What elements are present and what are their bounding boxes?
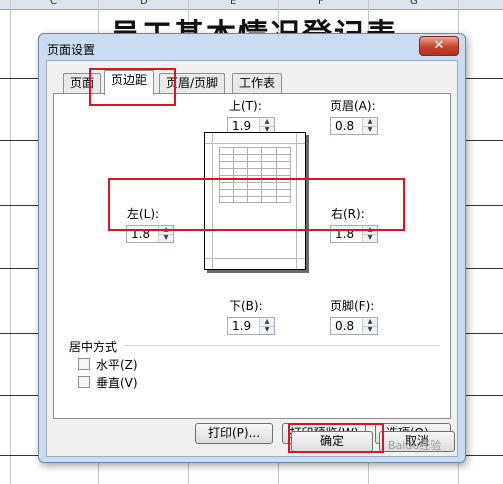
grid-line (10, 0, 11, 484)
preview-margin-guide (205, 258, 305, 259)
group-divider (124, 345, 440, 346)
spin-down-icon[interactable]: ▼ (363, 126, 377, 134)
print-button[interactable]: 打印(P)... (195, 423, 273, 444)
page-setup-dialog: 页面设置 ✕ 页面 页边距 页眉/页脚 工作表 上(T): 1.9 ▲ ▼ 页眉(… (38, 33, 466, 463)
column-header-bar: C D E F G (0, 0, 503, 10)
spinner-arrows[interactable]: ▲ ▼ (158, 226, 173, 242)
spinner-arrows[interactable]: ▲ ▼ (362, 226, 377, 242)
dialog-title: 页面设置 (47, 43, 96, 57)
tab-margins[interactable]: 页边距 (104, 70, 155, 95)
center-horizontally-checkbox[interactable] (78, 358, 90, 370)
tab-header-footer[interactable]: 页眉/页脚 (159, 73, 226, 94)
column-header-e[interactable]: E (230, 0, 236, 7)
tab-page[interactable]: 页面 (63, 73, 102, 94)
tab-sheet[interactable]: 工作表 (232, 73, 283, 94)
spin-down-icon[interactable]: ▼ (363, 326, 377, 334)
dialog-client: 页面 页边距 页眉/页脚 工作表 上(T): 1.9 ▲ ▼ 页眉(A): 0.8… (46, 60, 458, 457)
footer-margin-label: 页脚(F): (330, 299, 375, 313)
preview-margin-guide (296, 133, 297, 269)
column-header-c[interactable]: C (50, 0, 57, 7)
preview-margin-guide (212, 133, 213, 269)
footer-margin-spinner[interactable]: 0.8 ▲ ▼ (330, 317, 378, 335)
left-margin-spinner[interactable]: 1.8 ▲ ▼ (126, 225, 174, 243)
bottom-margin-value[interactable]: 1.9 (232, 319, 251, 333)
ok-button[interactable]: 确定 (291, 431, 373, 452)
preview-margin-guide (205, 143, 305, 144)
watermark: Baidu经验 (388, 439, 442, 452)
left-margin-value[interactable]: 1.8 (131, 227, 150, 241)
page-preview (204, 132, 306, 270)
footer-margin-value[interactable]: 0.8 (335, 319, 354, 333)
column-header-d[interactable]: D (140, 0, 148, 7)
centering-group-title: 居中方式 (69, 340, 118, 354)
column-header-f[interactable]: F (318, 0, 324, 7)
header-margin-spinner[interactable]: 0.8 ▲ ▼ (330, 117, 378, 135)
right-margin-label: 右(R): (331, 207, 365, 221)
center-vertically-label[interactable]: 垂直(V) (96, 374, 138, 391)
right-margin-value[interactable]: 1.8 (335, 227, 354, 241)
spin-down-icon[interactable]: ▼ (363, 234, 377, 242)
center-vertically-checkbox[interactable] (78, 376, 90, 388)
close-icon: ✕ (433, 38, 445, 53)
bottom-margin-label: 下(B): (229, 299, 263, 313)
dialog-titlebar[interactable]: 页面设置 ✕ (39, 34, 465, 60)
left-margin-label: 左(L): (127, 207, 160, 221)
spin-down-icon[interactable]: ▼ (260, 326, 274, 334)
header-margin-label: 页眉(A): (330, 99, 376, 113)
header-margin-value[interactable]: 0.8 (335, 119, 354, 133)
center-horizontally-label[interactable]: 水平(Z) (96, 356, 138, 373)
top-margin-value[interactable]: 1.9 (232, 119, 251, 133)
spin-down-icon[interactable]: ▼ (159, 234, 173, 242)
right-margin-spinner[interactable]: 1.8 ▲ ▼ (330, 225, 378, 243)
margins-panel: 上(T): 1.9 ▲ ▼ 页眉(A): 0.8 ▲ ▼ 左(L): 1.8 ▲… (53, 93, 451, 444)
spinner-arrows[interactable]: ▲ ▼ (259, 318, 274, 334)
spinner-arrows[interactable]: ▲ ▼ (362, 318, 377, 334)
top-margin-label: 上(T): (229, 99, 262, 113)
column-header-g[interactable]: G (410, 0, 418, 7)
spinner-arrows[interactable]: ▲ ▼ (362, 118, 377, 134)
close-button[interactable]: ✕ (419, 36, 459, 56)
bottom-margin-spinner[interactable]: 1.9 ▲ ▼ (227, 317, 275, 335)
preview-table-icon (219, 147, 291, 203)
